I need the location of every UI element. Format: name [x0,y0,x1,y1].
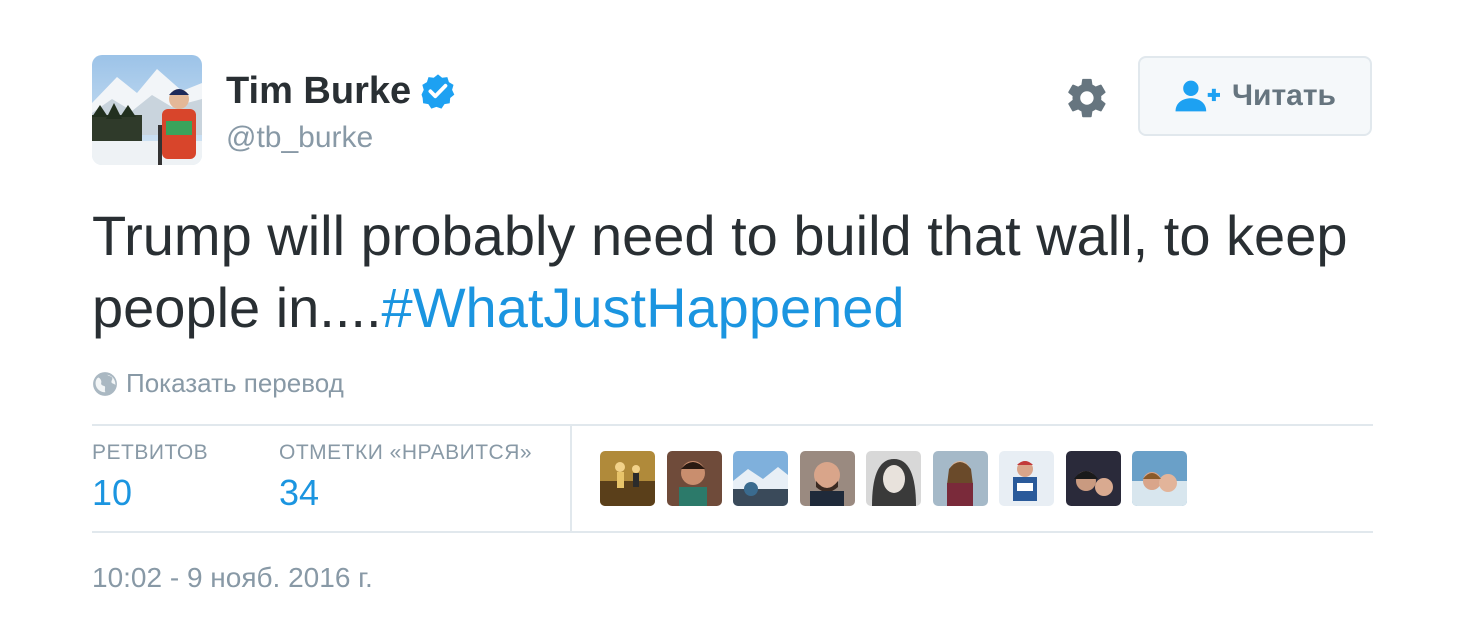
liker-avatar[interactable] [1132,451,1187,506]
likers-avatar-list [600,451,1199,506]
stats-divider-bottom [92,531,1373,533]
globe-icon [92,371,118,397]
tweet-timestamp[interactable]: 10:02 - 9 нояб. 2016 г. [92,562,373,594]
user-handle[interactable]: @tb_burke [226,118,373,158]
user-name-text: Tim Burke [226,70,412,112]
liker-avatar[interactable] [1065,451,1121,506]
follow-button[interactable]: Читать [1138,56,1372,136]
likes-count: 34 [279,472,320,513]
stats-separator [570,426,572,531]
retweets-count: 10 [92,472,133,513]
show-translation-label: Показать перевод [126,368,344,398]
avatar-image [92,55,202,165]
retweets-label: РЕТВИТОВ [92,441,209,464]
liker-avatar[interactable] [600,451,655,506]
add-person-icon [1174,79,1220,113]
likes-label: ОТМЕТКИ «НРАВИТСЯ» [279,441,533,464]
retweets-stat[interactable]: РЕТВИТОВ 10 [92,440,208,518]
liker-avatar[interactable] [999,451,1054,506]
gear-icon[interactable] [1064,75,1110,121]
liker-avatar[interactable] [866,451,921,506]
user-avatar[interactable] [92,55,202,165]
likes-stat[interactable]: ОТМЕТКИ «НРАВИТСЯ» 34 [279,440,532,518]
show-translation-link[interactable]: Показать перевод [92,368,344,399]
liker-avatar[interactable] [799,451,855,506]
verified-badge-icon [419,72,457,110]
follow-button-label: Читать [1231,79,1337,112]
stats-divider-top [92,424,1373,426]
user-name[interactable]: Tim Burke [226,68,457,114]
tweet-text: Trump will probably need to build that w… [92,200,1352,344]
hashtag-link[interactable]: #WhatJustHappened [382,276,905,339]
liker-avatar[interactable] [733,451,788,506]
liker-avatar[interactable] [932,451,988,506]
liker-avatar[interactable] [666,451,722,506]
